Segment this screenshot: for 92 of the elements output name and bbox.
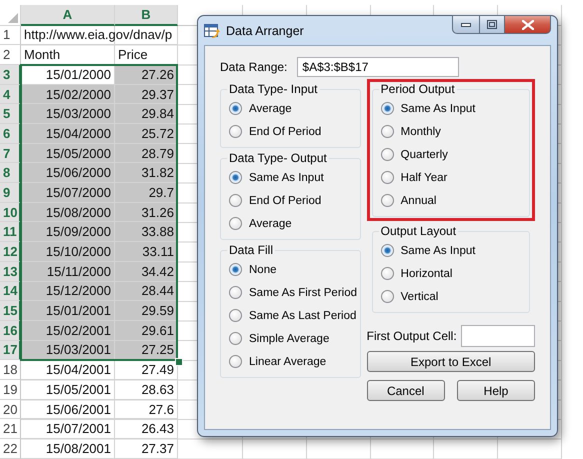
row-header[interactable]: 21 bbox=[0, 419, 21, 440]
column-header[interactable]: B bbox=[115, 5, 178, 26]
radio-label[interactable]: Half Year bbox=[400, 172, 448, 184]
table-cell[interactable]: 15/05/2000 bbox=[21, 144, 115, 164]
column-header[interactable]: A bbox=[21, 5, 115, 26]
row-header[interactable]: 17 bbox=[0, 340, 21, 360]
table-cell[interactable]: 15/11/2000 bbox=[21, 262, 115, 282]
row-header[interactable]: 7 bbox=[0, 144, 21, 164]
radio-label[interactable]: Average bbox=[249, 102, 292, 114]
input-field[interactable]: $A$3:$B$17 bbox=[297, 57, 460, 77]
window-title: Data Arranger bbox=[226, 24, 304, 38]
table-cell[interactable]: 15/04/2001 bbox=[21, 360, 115, 380]
table-cell[interactable]: 26.43 bbox=[115, 419, 178, 440]
table-cell[interactable]: 31.26 bbox=[115, 202, 178, 222]
table-cell[interactable]: 15/08/2000 bbox=[21, 202, 115, 222]
radio-label[interactable]: Vertical bbox=[400, 290, 438, 302]
row-header[interactable]: 20 bbox=[0, 400, 21, 420]
table-cell[interactable]: 15/10/2000 bbox=[21, 242, 115, 262]
radio-label[interactable]: Horizontal bbox=[400, 268, 452, 280]
radio-label[interactable]: Same As Input bbox=[400, 102, 476, 114]
row-header[interactable]: 1 bbox=[0, 26, 21, 46]
table-cell[interactable]: 15/03/2000 bbox=[21, 104, 115, 124]
table-cell[interactable]: 28.63 bbox=[115, 380, 178, 400]
row-header[interactable]: 11 bbox=[0, 222, 21, 242]
radio-label[interactable]: Same As Last Period bbox=[249, 310, 356, 322]
table-cell[interactable]: 15/05/2001 bbox=[21, 380, 115, 400]
table-cell[interactable]: 15/01/2001 bbox=[21, 301, 115, 321]
table-cell[interactable]: 29.37 bbox=[115, 84, 178, 104]
table-cell[interactable]: 25.72 bbox=[115, 124, 178, 144]
table-cell[interactable]: 15/09/2000 bbox=[21, 222, 115, 242]
export-button[interactable]: Export to Excel bbox=[366, 351, 535, 372]
table-cell[interactable]: 28.79 bbox=[115, 144, 178, 164]
table-cell[interactable]: 15/12/2000 bbox=[21, 282, 115, 302]
radio-label[interactable]: End Of Period bbox=[249, 126, 322, 138]
row-header[interactable]: 10 bbox=[0, 202, 21, 222]
radio-label[interactable]: Same As Input bbox=[249, 172, 324, 184]
row-header[interactable]: 19 bbox=[0, 380, 21, 400]
row-header[interactable]: 2 bbox=[0, 45, 21, 65]
row-header[interactable]: 8 bbox=[0, 163, 21, 184]
field-label: Data Range: bbox=[220, 60, 288, 74]
table-cell[interactable]: 15/06/2000 bbox=[21, 163, 115, 184]
table-cell[interactable]: Price bbox=[115, 45, 178, 65]
radio-label[interactable]: Quarterly bbox=[400, 148, 448, 160]
table-cell[interactable]: 15/07/2001 bbox=[21, 419, 115, 440]
radio-label[interactable]: Same As First Period bbox=[249, 286, 358, 298]
table-cell[interactable]: 27.37 bbox=[115, 439, 178, 459]
table-cell[interactable]: 31.82 bbox=[115, 163, 178, 184]
table-cell[interactable]: 29.7 bbox=[115, 183, 178, 203]
row-header[interactable]: 4 bbox=[0, 84, 21, 104]
radio-label[interactable]: None bbox=[249, 264, 276, 276]
table-cell[interactable]: Month bbox=[21, 45, 115, 65]
row-header[interactable]: 6 bbox=[0, 124, 21, 144]
table-cell[interactable]: 28.44 bbox=[115, 282, 178, 302]
table-cell[interactable]: 27.6 bbox=[115, 400, 178, 420]
table-cell[interactable]: 15/02/2001 bbox=[21, 320, 115, 341]
group-title: Data Fill bbox=[228, 243, 274, 257]
table-cell[interactable]: 15/04/2000 bbox=[21, 124, 115, 144]
table-cell[interactable]: 29.61 bbox=[115, 320, 178, 341]
radio-label[interactable]: Simple Average bbox=[249, 332, 330, 344]
radio-label[interactable]: Same As Input bbox=[400, 244, 476, 256]
table-cell[interactable]: 15/06/2001 bbox=[21, 400, 115, 420]
row-header[interactable]: 5 bbox=[0, 104, 21, 124]
group-title: Data Type- Input bbox=[228, 82, 318, 96]
table-cell[interactable]: 29.84 bbox=[115, 104, 178, 124]
help-button[interactable]: Help bbox=[457, 380, 535, 401]
field-label: First Output Cell: bbox=[366, 329, 457, 343]
table-cell[interactable]: 33.88 bbox=[115, 222, 178, 242]
cancel-button[interactable]: Cancel bbox=[366, 380, 445, 401]
radio-label[interactable]: Average bbox=[249, 218, 292, 230]
table-cell[interactable]: 29.59 bbox=[115, 301, 178, 321]
radio-label[interactable]: End Of Period bbox=[249, 194, 322, 206]
table-cell[interactable]: http://www.eia.gov/dnav/p bbox=[21, 26, 178, 46]
row-header[interactable]: 18 bbox=[0, 360, 21, 380]
radio-label[interactable]: Monthly bbox=[400, 126, 441, 138]
row-header[interactable]: 22 bbox=[0, 439, 21, 459]
row-header[interactable]: 12 bbox=[0, 242, 21, 262]
row-header[interactable]: 16 bbox=[0, 320, 21, 341]
group-title: Period Output bbox=[380, 82, 456, 96]
table-cell[interactable]: 15/02/2000 bbox=[21, 84, 115, 104]
table-cell[interactable]: 15/07/2000 bbox=[21, 183, 115, 203]
row-header[interactable]: 9 bbox=[0, 183, 21, 203]
radio-label[interactable]: Annual bbox=[400, 194, 436, 206]
row-header[interactable]: 13 bbox=[0, 262, 21, 282]
group-title: Output Layout bbox=[380, 224, 458, 238]
table-cell[interactable]: 33.11 bbox=[115, 242, 178, 262]
row-header[interactable]: 15 bbox=[0, 301, 21, 321]
group-title: Data Type- Output bbox=[228, 151, 328, 165]
row-header[interactable]: 14 bbox=[0, 282, 21, 302]
row-header[interactable]: 3 bbox=[0, 64, 21, 85]
table-cell[interactable]: 15/08/2001 bbox=[21, 439, 115, 459]
radio-label[interactable]: Linear Average bbox=[249, 356, 326, 368]
table-cell[interactable]: 34.42 bbox=[115, 262, 178, 282]
